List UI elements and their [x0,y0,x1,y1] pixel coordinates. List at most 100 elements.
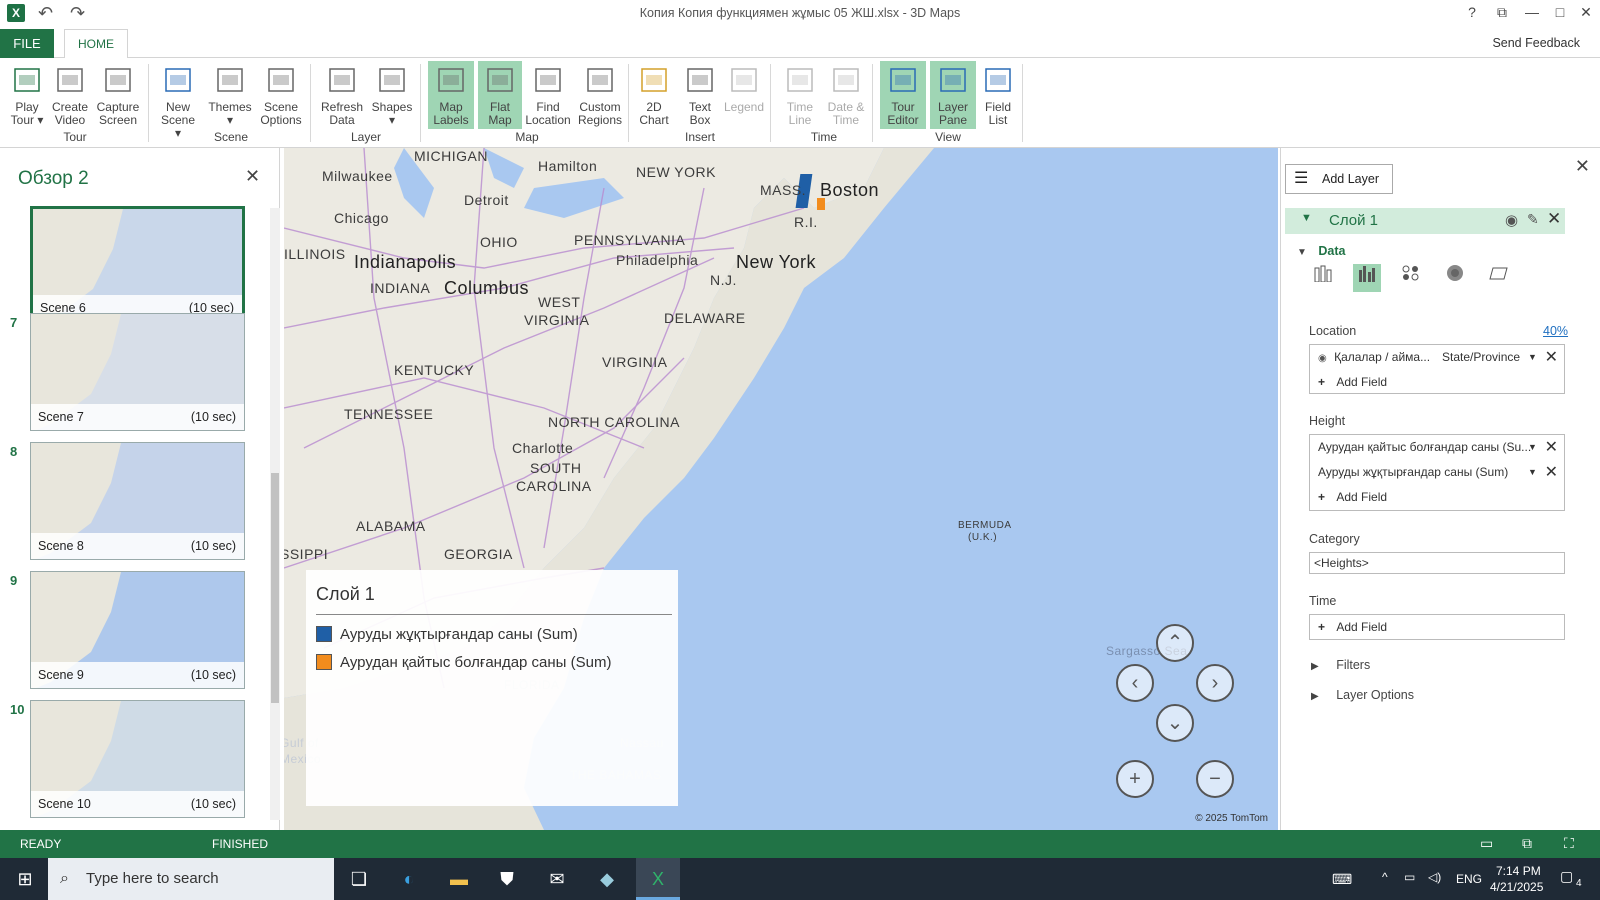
clock-date[interactable]: 4/21/2025 [1490,880,1543,894]
remove-height-field-icon[interactable]: ✕ [1545,435,1558,460]
find-location-button[interactable]: Find Location [524,61,572,129]
bubble-icon[interactable] [1397,264,1425,292]
add-time-field[interactable]: + Add Field [1310,615,1564,640]
radio-icon[interactable]: ◉ [1318,353,1327,364]
create-video-button[interactable]: Create Video [50,61,90,129]
full-screen-icon[interactable]: ⛶ [1564,835,1574,852]
capture-screen-button[interactable]: Capture Screen [94,61,142,129]
heat-map-icon[interactable] [1441,264,1469,292]
help-button[interactable]: ? [1462,4,1482,20]
map-legend[interactable]: Слой 1 Ауруды жұқтырғандар саны (Sum) Ау… [306,570,678,806]
scrollbar-thumb[interactable] [271,473,279,703]
data-section[interactable]: ▼ Data [1297,244,1345,258]
scene-thumbnail[interactable]: Scene 8 (10 sec) [30,442,245,560]
close-window-button[interactable]: ✕ [1576,4,1596,21]
location-field-row[interactable]: ◉ Қалалар / айма... State/Province ▼ ✕ [1310,345,1564,370]
view-normal-icon[interactable]: ▭ [1480,835,1493,852]
map-canvas[interactable]: MICHIGAN Milwaukee Chicago Detroit Hamilton N… [284,148,1278,830]
tour-editor-button[interactable]: Tour Editor [880,61,926,129]
clock-time[interactable]: 7:14 PM [1496,864,1541,878]
add-layer-button[interactable]: ☰ Add Layer [1285,164,1393,194]
filters-label: Filters [1336,658,1371,672]
rotate-right-button[interactable]: › [1196,664,1234,702]
scene-thumbnail[interactable]: Scene 9 (10 sec) [30,571,245,689]
send-feedback-link[interactable]: Send Feedback [1492,36,1580,50]
location-confidence-link[interactable]: 40% [1543,324,1568,338]
time-line-button[interactable]: Time Line [780,61,820,129]
chevron-down-icon[interactable]: ▼ [1528,345,1537,370]
category-field-well[interactable]: <Heights> [1309,552,1565,574]
tilt-down-button[interactable]: ⌄ [1156,704,1194,742]
delete-layer-icon[interactable]: ✕ [1547,209,1561,229]
chevron-down-icon[interactable]: ▼ [1528,435,1537,460]
excel-taskbar-icon[interactable]: X [636,858,680,900]
windows-start-icon[interactable]: ⊞ [12,867,38,891]
themes-button[interactable]: Themes ▾ [208,61,252,129]
task-view-icon[interactable]: ❏ [346,867,372,891]
network-icon[interactable]: ▭ [1404,870,1415,884]
layer-header[interactable]: ▼ Слой 1 ◉ ✎ ✕ [1285,208,1565,234]
height-field-row[interactable]: Аурудан қайтыс болғандар саны (Su... ▼ ✕ [1310,435,1564,460]
view-window-icon[interactable]: ⧉ [1522,835,1532,852]
window-title: Копия Копия функциямен жұмыс 05 ЖШ.xlsx … [639,6,961,20]
ribbon-display-button[interactable]: ⧉ [1492,4,1512,21]
language-indicator[interactable]: ENG [1456,872,1482,886]
location-type-select[interactable]: State/Province [1442,345,1520,370]
custom-regions-button[interactable]: Custom Regions [574,61,626,129]
collapse-layer-icon[interactable]: ▼ [1301,212,1312,224]
zoom-out-button[interactable]: − [1196,760,1234,798]
date-time-button[interactable]: Date & Time [824,61,868,129]
notifications-icon[interactable]: ▢ [1560,868,1573,885]
scene-options-button[interactable]: Scene Options [258,61,304,129]
app-icon[interactable]: ◆ [594,867,620,891]
clustered-column-icon[interactable] [1353,264,1381,292]
filters-section[interactable]: ▶ Filters [1311,658,1370,672]
mail-icon[interactable]: ✉ [544,867,570,891]
taskbar-search-box[interactable]: ⌕ Type here to search [48,858,334,900]
shapes-button[interactable]: Shapes ▾ [370,61,414,129]
layer-pane-button[interactable]: Layer Pane [930,61,976,129]
2d-chart-button[interactable]: 2D Chart [634,61,674,129]
add-location-field[interactable]: + Add Field [1310,370,1564,395]
close-layer-pane-button[interactable]: ✕ [1575,156,1590,177]
eye-icon[interactable]: ◉ [1505,211,1518,229]
file-explorer-icon[interactable]: ▬ [446,867,472,891]
close-tour-panel-button[interactable]: ✕ [245,166,260,187]
pencil-icon[interactable]: ✎ [1527,211,1539,228]
chevron-up-icon[interactable]: ^ [1382,870,1388,884]
height-field-row[interactable]: Ауруды жұқтырғандар саны (Sum) ▼ ✕ [1310,460,1564,485]
flat-map-button[interactable]: Flat Map [478,61,522,129]
layer-options-section[interactable]: ▶ Layer Options [1311,688,1414,702]
store-icon[interactable]: ⛊ [494,867,520,891]
maximize-button[interactable]: □ [1550,4,1570,20]
keyboard-icon[interactable]: ⌨ [1332,871,1352,888]
volume-icon[interactable]: ◁) [1428,870,1441,884]
time-field-well[interactable]: + Add Field [1309,614,1565,640]
scene-thumbnail[interactable]: Scene 6 (10 sec) [30,206,245,324]
minimize-button[interactable]: — [1522,4,1542,20]
remove-height-field-icon[interactable]: ✕ [1545,460,1558,485]
chevron-down-icon[interactable]: ▼ [1528,460,1537,485]
field-list-button[interactable]: Field List [980,61,1016,129]
tilt-up-button[interactable]: ⌃ [1156,624,1194,662]
region-icon[interactable] [1485,264,1513,292]
scene-thumbnail[interactable]: Scene 7 (10 sec) [30,313,245,431]
rotate-left-button[interactable]: ‹ [1116,664,1154,702]
scene-list-scrollbar[interactable] [270,208,280,820]
layer-name[interactable]: Слой 1 [1329,212,1378,229]
play-tour-button[interactable]: Play Tour ▾ [8,61,46,129]
zoom-in-button[interactable]: + [1116,760,1154,798]
add-height-field[interactable]: + Add Field [1310,485,1564,510]
edge-icon[interactable]: ◐ [396,867,422,891]
scene-number: 8 [10,444,18,459]
map-labels-button[interactable]: Map Labels [428,61,474,129]
home-tab[interactable]: HOME [64,29,128,59]
text-box-button[interactable]: Text Box [680,61,720,129]
refresh-data-button[interactable]: Refresh Data [318,61,366,129]
file-tab[interactable]: FILE [0,29,54,58]
new-scene-button[interactable]: New Scene ▾ [158,61,198,140]
scene-thumbnail[interactable]: Scene 10 (10 sec) [30,700,245,818]
legend-button[interactable]: Legend [722,61,766,129]
remove-location-icon[interactable]: ✕ [1545,345,1558,370]
stacked-column-icon[interactable] [1309,264,1337,292]
